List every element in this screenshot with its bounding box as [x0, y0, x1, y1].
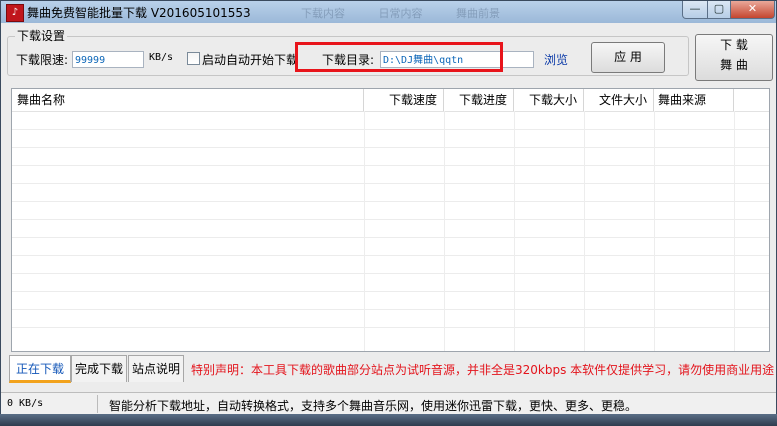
table-row-line [12, 255, 769, 256]
tab-downloading[interactable]: 正在下载 [9, 355, 71, 383]
status-speed: 0 KB/s [7, 398, 44, 409]
table-row-line [12, 291, 769, 292]
column-header-source[interactable]: 舞曲来源 [654, 89, 734, 111]
table-row-line [12, 201, 769, 202]
download-music-button[interactable]: 下 载 舞 曲 [695, 34, 773, 81]
dj-music-icon: ♪ [6, 4, 24, 22]
browse-link[interactable]: 浏览 [544, 51, 568, 68]
status-divider [97, 395, 98, 413]
maximize-button[interactable]: ▢ [707, 1, 731, 19]
table-row-line [12, 219, 769, 220]
disclaimer-notice: 特别声明：本工具下载的歌曲部分站点为试听音源，并非全是320kbps 本软件仅提… [191, 363, 775, 377]
download-button-line-2: 舞 曲 [720, 58, 748, 72]
status-bar: 0 KB/s 智能分析下载地址，自动转换格式，支持多个舞曲音乐网，使用迷你迅雷下… [1, 392, 776, 415]
maximize-icon: ▢ [713, 2, 725, 15]
table-row-line [12, 273, 769, 274]
table-header: 舞曲名称 下载速度 下载进度 下载大小 文件大小 舞曲来源 [12, 89, 769, 112]
directory-highlight-box [295, 42, 503, 72]
column-header-file-size[interactable]: 文件大小 [584, 89, 654, 111]
tab-completed[interactable]: 完成下载 [71, 355, 127, 382]
table-row-line [12, 147, 769, 148]
background-tab-2: 日常内容 [378, 7, 423, 20]
apply-button[interactable]: 应 用 [591, 42, 665, 73]
speed-limit-label: 下载限速: [16, 53, 69, 67]
column-header-progress[interactable]: 下载进度 [444, 89, 514, 111]
download-table[interactable]: 舞曲名称 下载速度 下载进度 下载大小 文件大小 舞曲来源 [11, 88, 770, 352]
background-tab-1: 下载内容 [301, 7, 345, 20]
table-row-line [12, 327, 769, 328]
column-header-name[interactable]: 舞曲名称 [12, 89, 364, 111]
close-icon: ✕ [747, 2, 758, 15]
minimize-icon: — [689, 2, 701, 15]
auto-start-checkbox[interactable] [187, 52, 200, 65]
auto-start-label[interactable]: 启动自动开始下载 [202, 51, 298, 68]
table-column-line [734, 111, 735, 351]
table-column-line [584, 111, 585, 351]
table-column-line [514, 111, 515, 351]
download-settings-legend: 下载设置 [15, 27, 68, 44]
close-button[interactable]: ✕ [730, 1, 775, 19]
minimize-button[interactable]: — [682, 1, 708, 19]
table-column-line [364, 111, 365, 351]
table-row-line [12, 237, 769, 238]
table-row-line [12, 129, 769, 130]
column-header-speed[interactable]: 下载速度 [364, 89, 444, 111]
title-bar[interactable]: ♪ 舞曲免费智能批量下载 V201605101553 下载内容 日常内容 舞曲前… [1, 1, 776, 23]
desktop-taskbar [0, 414, 777, 426]
table-row-line [12, 183, 769, 184]
table-column-line [444, 111, 445, 351]
window-title: 舞曲免费智能批量下载 V201605101553 [27, 6, 251, 20]
column-header-downloaded-size[interactable]: 下载大小 [514, 89, 584, 111]
background-tab-3: 舞曲前景 [456, 7, 500, 20]
table-row-line [12, 309, 769, 310]
speed-unit-label: KB/s [149, 52, 174, 63]
table-row-line [12, 165, 769, 166]
app-window: ♪ 舞曲免费智能批量下载 V201605101553 下载内容 日常内容 舞曲前… [0, 0, 777, 426]
tab-site-info[interactable]: 站点说明 [128, 355, 184, 382]
background-tab-labels: 下载内容 日常内容 舞曲前景 [301, 5, 530, 21]
table-column-line [654, 111, 655, 351]
status-message: 智能分析下载地址，自动转换格式，支持多个舞曲音乐网，使用迷你迅雷下载，更快、更多… [109, 399, 638, 413]
speed-limit-input[interactable]: 99999 [72, 51, 144, 68]
download-button-line-1: 下 载 [720, 38, 748, 52]
